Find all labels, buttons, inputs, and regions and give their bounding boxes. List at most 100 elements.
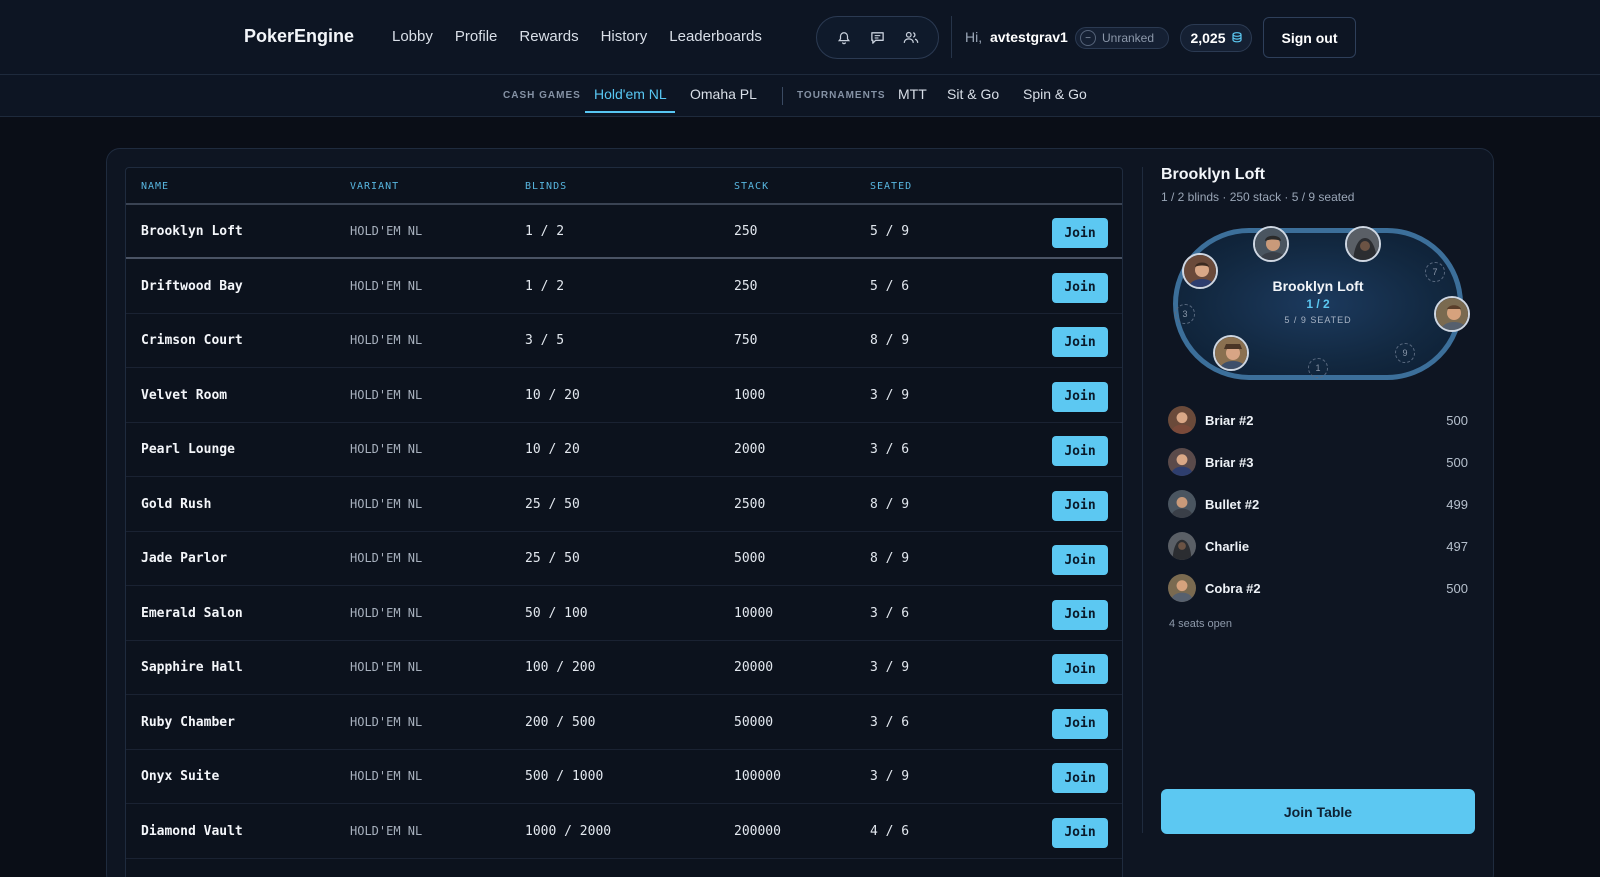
detail-subtitle: 1 / 2 blinds · 250 stack · 5 / 9 seated	[1161, 190, 1355, 204]
variant-cell: HOLD'EM NL	[350, 714, 423, 729]
join-button[interactable]: Join	[1052, 272, 1108, 303]
stack-cell: 1000	[734, 387, 766, 403]
tab-sit-and-go[interactable]: Sit & Go	[947, 86, 999, 102]
seat-avatar[interactable]	[1213, 335, 1249, 371]
table-row[interactable]: Emerald Salon HOLD'EM NL 50 / 100 10000 3 / …	[126, 587, 1122, 641]
seated-cell: 5 / 6	[870, 278, 910, 294]
col-name[interactable]: NAME	[141, 181, 169, 192]
join-button[interactable]: Join	[1052, 708, 1108, 739]
table-name-cell: Gold Rush	[141, 496, 212, 512]
player-stack: 500	[1446, 455, 1468, 470]
col-blinds[interactable]: BLINDS	[525, 181, 567, 192]
bell-icon[interactable]	[832, 26, 856, 50]
stack-cell: 100000	[734, 769, 781, 784]
table-row[interactable]: Onyx Suite HOLD'EM NL 500 / 1000 100000 3 / …	[126, 750, 1122, 804]
join-button[interactable]: Join	[1052, 381, 1108, 412]
join-button[interactable]: Join	[1052, 599, 1108, 630]
tab-spin-and-go[interactable]: Spin & Go	[1023, 86, 1087, 102]
sign-out-button[interactable]: Sign out	[1263, 17, 1356, 58]
seat-avatar[interactable]	[1253, 226, 1289, 262]
stack-cell: 2500	[734, 496, 766, 512]
table-row[interactable]: Crimson Court HOLD'EM NL 3 / 5 750 8 / 9 Join	[126, 314, 1122, 368]
join-button[interactable]: Join	[1052, 327, 1108, 357]
join-button[interactable]: Join	[1052, 654, 1108, 684]
blinds-cell: 50 / 100	[525, 605, 588, 621]
felt-seated-count: 5 / 9 SEATED	[1284, 315, 1352, 325]
table-row[interactable]: Velvet Room HOLD'EM NL 10 / 20 1000 3 / 9 Joi…	[126, 369, 1122, 423]
tab-omaha-pl[interactable]: Omaha PL	[690, 86, 757, 102]
rank-badge: − Unranked	[1075, 27, 1169, 49]
table-row[interactable]: Brooklyn Loft HOLD'EM NL 1 / 2 250 5 / 9 Join	[126, 205, 1122, 259]
game-type-nav: CASH GAMES Hold'em NL Omaha PL TOURNAMEN…	[0, 75, 1600, 117]
nav-lobby[interactable]: Lobby	[392, 28, 433, 45]
brand-logo[interactable]: PokerEngine	[244, 26, 354, 47]
empty-seat[interactable]: 7	[1425, 262, 1445, 282]
tab-holdem-nl[interactable]: Hold'em NL	[594, 86, 667, 102]
player-avatar	[1168, 490, 1196, 518]
table-name-cell: Velvet Room	[141, 387, 228, 403]
seated-cell: 5 / 9	[870, 224, 910, 239]
seated-cell: 4 / 6	[870, 823, 910, 839]
join-table-button[interactable]: Join Table	[1161, 789, 1475, 834]
variant-cell: HOLD'EM NL	[350, 278, 423, 293]
seat-avatar[interactable]	[1434, 296, 1470, 332]
chat-icon[interactable]	[865, 26, 889, 50]
join-button[interactable]: Join	[1052, 763, 1108, 793]
nav-history[interactable]: History	[601, 28, 648, 45]
tab-mtt[interactable]: MTT	[898, 86, 927, 102]
seat-avatar[interactable]	[1345, 226, 1381, 262]
table-header: NAME VARIANT BLINDS STACK SEATED	[126, 168, 1122, 205]
table-name-cell: Emerald Salon	[141, 605, 243, 621]
col-seated[interactable]: SEATED	[870, 181, 912, 192]
variant-cell: HOLD'EM NL	[350, 496, 423, 511]
nav-leaderboards[interactable]: Leaderboards	[669, 28, 762, 45]
player-name: Bullet #2	[1205, 497, 1260, 512]
felt-blinds: 1 / 2	[1306, 297, 1330, 311]
header-icon-group	[816, 16, 939, 59]
variant-cell: HOLD'EM NL	[350, 769, 423, 783]
player-stack: 500	[1446, 581, 1468, 596]
table-name-cell: Diamond Vault	[141, 823, 243, 839]
table-row[interactable]: Pearl Lounge HOLD'EM NL 10 / 20 2000 3 / 6 Jo…	[126, 423, 1122, 477]
table-row[interactable]: Diamond Vault HOLD'EM NL 1000 / 2000 200000…	[126, 805, 1122, 859]
player-row: Bullet #2 499	[1168, 488, 1468, 522]
table-name-cell: Brooklyn Loft	[141, 224, 243, 239]
join-button[interactable]: Join	[1052, 545, 1108, 575]
top-header: PokerEngine Lobby Profile Rewards Histor…	[0, 0, 1600, 75]
table-row[interactable]: Ruby Chamber HOLD'EM NL 200 / 500 50000 3 / …	[126, 696, 1122, 750]
table-row[interactable]: Sapphire Hall HOLD'EM NL 100 / 200 20000 3 /…	[126, 641, 1122, 695]
seat-avatar[interactable]	[1182, 253, 1218, 289]
table-list[interactable]: NAME VARIANT BLINDS STACK SEATED Brookly…	[125, 167, 1123, 877]
join-button[interactable]: Join	[1052, 817, 1108, 848]
variant-cell: HOLD'EM NL	[350, 442, 423, 456]
table-row[interactable]: Jade Parlor HOLD'EM NL 25 / 50 5000 8 / 9 Joi…	[126, 532, 1122, 586]
join-button[interactable]: Join	[1052, 490, 1108, 521]
player-avatar	[1168, 448, 1196, 476]
col-variant[interactable]: VARIANT	[350, 181, 399, 192]
join-button[interactable]: Join	[1052, 218, 1108, 248]
table-row[interactable]: Driftwood Bay HOLD'EM NL 1 / 2 250 5 / 6 Join	[126, 260, 1122, 314]
empty-seat[interactable]: 3	[1175, 304, 1195, 324]
player-avatar	[1168, 532, 1196, 560]
variant-cell: HOLD'EM NL	[350, 660, 423, 674]
table-name-cell: Ruby Chamber	[141, 714, 235, 730]
active-tab-indicator	[585, 111, 675, 113]
nav-profile[interactable]: Profile	[455, 28, 498, 45]
table-row[interactable]: Gold Rush HOLD'EM NL 25 / 50 2500 8 / 9 Join	[126, 478, 1122, 532]
friends-icon[interactable]	[899, 26, 923, 50]
empty-seat[interactable]: 9	[1395, 343, 1415, 363]
player-stack: 497	[1446, 539, 1468, 554]
blinds-cell: 10 / 20	[525, 442, 580, 457]
seated-cell: 3 / 9	[870, 660, 910, 675]
tournaments-label: TOURNAMENTS	[797, 90, 886, 101]
chip-balance-value: 2,025	[1190, 30, 1226, 46]
player-row: Briar #2 500	[1168, 404, 1468, 438]
empty-seat[interactable]: 1	[1308, 358, 1328, 378]
player-name: Charlie	[1205, 539, 1250, 554]
username[interactable]: avtestgrav1	[990, 29, 1068, 45]
join-button[interactable]: Join	[1052, 436, 1108, 466]
nav-rewards[interactable]: Rewards	[519, 28, 578, 45]
table-name-cell: Crimson Court	[141, 333, 243, 348]
col-stack[interactable]: STACK	[734, 181, 769, 192]
player-name: Briar #3	[1205, 455, 1254, 470]
